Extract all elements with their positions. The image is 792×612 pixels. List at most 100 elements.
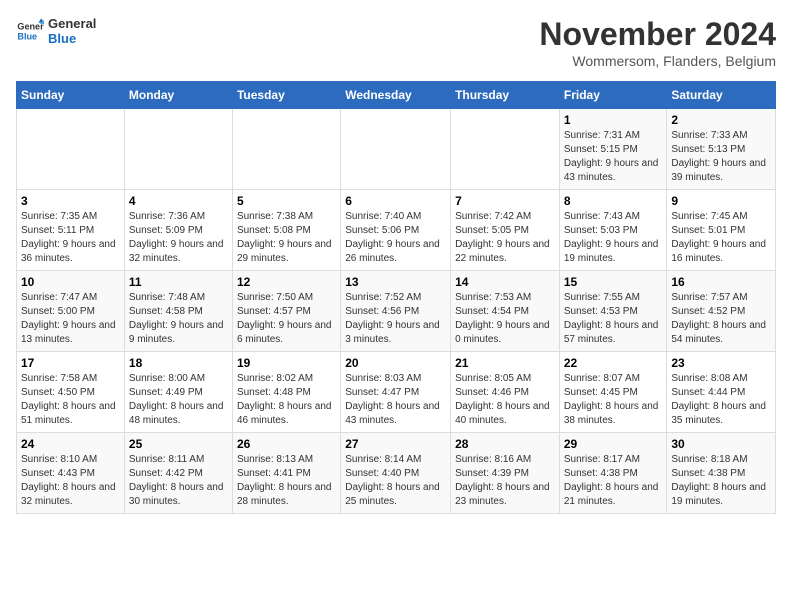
calendar-cell: 9 Sunrise: 7:45 AM Sunset: 5:01 PM Daylig… <box>667 190 776 271</box>
day-number: 27 <box>345 437 446 451</box>
weekday-header-row: SundayMondayTuesdayWednesdayThursdayFrid… <box>17 82 776 109</box>
calendar-subtitle: Wommersom, Flanders, Belgium <box>539 53 776 69</box>
day-number: 7 <box>455 194 555 208</box>
day-info: Sunrise: 8:10 AM Sunset: 4:43 PM Dayligh… <box>21 453 120 509</box>
day-info: Sunrise: 8:18 AM Sunset: 4:38 PM Dayligh… <box>671 453 771 509</box>
day-number: 12 <box>237 275 336 289</box>
calendar-cell: 29 Sunrise: 8:17 AM Sunset: 4:38 PM Dayli… <box>559 433 667 514</box>
calendar-cell <box>124 109 232 190</box>
weekday-header-wednesday: Wednesday <box>341 82 451 109</box>
day-info: Sunrise: 7:42 AM Sunset: 5:05 PM Dayligh… <box>455 210 555 266</box>
day-number: 25 <box>129 437 228 451</box>
day-number: 26 <box>237 437 336 451</box>
day-number: 24 <box>21 437 120 451</box>
calendar-cell: 15Sunrise: 7:55 AM Sunset: 4:53 PM Dayli… <box>559 271 667 352</box>
day-number: 20 <box>345 356 446 370</box>
calendar-cell: 14Sunrise: 7:53 AM Sunset: 4:54 PM Dayli… <box>451 271 560 352</box>
day-info: Sunrise: 8:16 AM Sunset: 4:39 PM Dayligh… <box>455 453 555 509</box>
day-info: Sunrise: 7:36 AM Sunset: 5:09 PM Dayligh… <box>129 210 228 266</box>
day-number: 6 <box>345 194 446 208</box>
logo-line1: General <box>48 16 96 31</box>
calendar-cell: 12 Sunrise: 7:50 AM Sunset: 4:57 PM Dayli… <box>232 271 340 352</box>
day-number: 28 <box>455 437 555 451</box>
day-number: 5 <box>237 194 336 208</box>
calendar-cell: 30 Sunrise: 8:18 AM Sunset: 4:38 PM Dayli… <box>667 433 776 514</box>
day-number: 11 <box>129 275 228 289</box>
day-number: 23 <box>671 356 771 370</box>
day-info: Sunrise: 8:03 AM Sunset: 4:47 PM Dayligh… <box>345 372 446 428</box>
week-row-4: 17 Sunrise: 7:58 AM Sunset: 4:50 PM Dayli… <box>17 352 776 433</box>
weekday-header-tuesday: Tuesday <box>232 82 340 109</box>
header: General Blue General Blue November 2024 … <box>16 16 776 69</box>
day-info: Sunrise: 7:52 AM Sunset: 4:56 PM Dayligh… <box>345 291 446 347</box>
calendar-cell <box>232 109 340 190</box>
day-info: Sunrise: 7:50 AM Sunset: 4:57 PM Dayligh… <box>237 291 336 347</box>
day-number: 19 <box>237 356 336 370</box>
day-info: Sunrise: 8:05 AM Sunset: 4:46 PM Dayligh… <box>455 372 555 428</box>
day-info: Sunrise: 7:43 AM Sunset: 5:03 PM Dayligh… <box>564 210 663 266</box>
week-row-5: 24 Sunrise: 8:10 AM Sunset: 4:43 PM Dayli… <box>17 433 776 514</box>
day-number: 3 <box>21 194 120 208</box>
calendar-cell: 6Sunrise: 7:40 AM Sunset: 5:06 PM Daylig… <box>341 190 451 271</box>
calendar-cell: 19Sunrise: 8:02 AM Sunset: 4:48 PM Dayli… <box>232 352 340 433</box>
calendar-cell: 4 Sunrise: 7:36 AM Sunset: 5:09 PM Daylig… <box>124 190 232 271</box>
calendar-cell: 2 Sunrise: 7:33 AM Sunset: 5:13 PM Daylig… <box>667 109 776 190</box>
day-info: Sunrise: 8:14 AM Sunset: 4:40 PM Dayligh… <box>345 453 446 509</box>
day-number: 4 <box>129 194 228 208</box>
calendar-cell <box>17 109 125 190</box>
day-number: 30 <box>671 437 771 451</box>
calendar-cell: 8Sunrise: 7:43 AM Sunset: 5:03 PM Daylig… <box>559 190 667 271</box>
calendar-cell: 25 Sunrise: 8:11 AM Sunset: 4:42 PM Dayli… <box>124 433 232 514</box>
day-info: Sunrise: 8:11 AM Sunset: 4:42 PM Dayligh… <box>129 453 228 509</box>
calendar-cell: 11 Sunrise: 7:48 AM Sunset: 4:58 PM Dayli… <box>124 271 232 352</box>
calendar-table: SundayMondayTuesdayWednesdayThursdayFrid… <box>16 81 776 514</box>
day-info: Sunrise: 7:57 AM Sunset: 4:52 PM Dayligh… <box>671 291 771 347</box>
week-row-3: 10 Sunrise: 7:47 AM Sunset: 5:00 PM Dayli… <box>17 271 776 352</box>
day-info: Sunrise: 7:47 AM Sunset: 5:00 PM Dayligh… <box>21 291 120 347</box>
day-number: 21 <box>455 356 555 370</box>
calendar-cell: 13Sunrise: 7:52 AM Sunset: 4:56 PM Dayli… <box>341 271 451 352</box>
svg-text:General: General <box>17 22 44 32</box>
day-info: Sunrise: 7:53 AM Sunset: 4:54 PM Dayligh… <box>455 291 555 347</box>
svg-text:Blue: Blue <box>17 31 37 41</box>
day-number: 16 <box>671 275 771 289</box>
title-area: November 2024 Wommersom, Flanders, Belgi… <box>539 16 776 69</box>
calendar-title: November 2024 <box>539 16 776 53</box>
day-number: 2 <box>671 113 771 127</box>
calendar-cell: 28 Sunrise: 8:16 AM Sunset: 4:39 PM Dayli… <box>451 433 560 514</box>
logo-line2: Blue <box>48 31 96 46</box>
day-number: 29 <box>564 437 663 451</box>
calendar-cell: 23 Sunrise: 8:08 AM Sunset: 4:44 PM Dayli… <box>667 352 776 433</box>
weekday-header-monday: Monday <box>124 82 232 109</box>
day-info: Sunrise: 7:33 AM Sunset: 5:13 PM Dayligh… <box>671 129 771 185</box>
week-row-2: 3 Sunrise: 7:35 AM Sunset: 5:11 PM Daylig… <box>17 190 776 271</box>
day-info: Sunrise: 7:48 AM Sunset: 4:58 PM Dayligh… <box>129 291 228 347</box>
day-info: Sunrise: 7:35 AM Sunset: 5:11 PM Dayligh… <box>21 210 120 266</box>
calendar-cell: 26 Sunrise: 8:13 AM Sunset: 4:41 PM Dayli… <box>232 433 340 514</box>
day-number: 17 <box>21 356 120 370</box>
weekday-header-friday: Friday <box>559 82 667 109</box>
day-info: Sunrise: 8:17 AM Sunset: 4:38 PM Dayligh… <box>564 453 663 509</box>
day-number: 9 <box>671 194 771 208</box>
day-info: Sunrise: 8:07 AM Sunset: 4:45 PM Dayligh… <box>564 372 663 428</box>
day-info: Sunrise: 8:13 AM Sunset: 4:41 PM Dayligh… <box>237 453 336 509</box>
weekday-header-sunday: Sunday <box>17 82 125 109</box>
calendar-cell: 27 Sunrise: 8:14 AM Sunset: 4:40 PM Dayli… <box>341 433 451 514</box>
calendar-cell: 22 Sunrise: 8:07 AM Sunset: 4:45 PM Dayli… <box>559 352 667 433</box>
day-info: Sunrise: 7:58 AM Sunset: 4:50 PM Dayligh… <box>21 372 120 428</box>
calendar-cell <box>341 109 451 190</box>
day-number: 18 <box>129 356 228 370</box>
weekday-header-thursday: Thursday <box>451 82 560 109</box>
day-number: 10 <box>21 275 120 289</box>
day-number: 22 <box>564 356 663 370</box>
day-number: 1 <box>564 113 663 127</box>
day-info: Sunrise: 7:45 AM Sunset: 5:01 PM Dayligh… <box>671 210 771 266</box>
day-info: Sunrise: 7:31 AM Sunset: 5:15 PM Dayligh… <box>564 129 663 185</box>
day-number: 15 <box>564 275 663 289</box>
calendar-cell: 3 Sunrise: 7:35 AM Sunset: 5:11 PM Daylig… <box>17 190 125 271</box>
day-info: Sunrise: 8:08 AM Sunset: 4:44 PM Dayligh… <box>671 372 771 428</box>
calendar-cell: 1 Sunrise: 7:31 AM Sunset: 5:15 PM Daylig… <box>559 109 667 190</box>
calendar-cell: 16 Sunrise: 7:57 AM Sunset: 4:52 PM Dayli… <box>667 271 776 352</box>
calendar-cell <box>451 109 560 190</box>
calendar-cell: 7 Sunrise: 7:42 AM Sunset: 5:05 PM Daylig… <box>451 190 560 271</box>
